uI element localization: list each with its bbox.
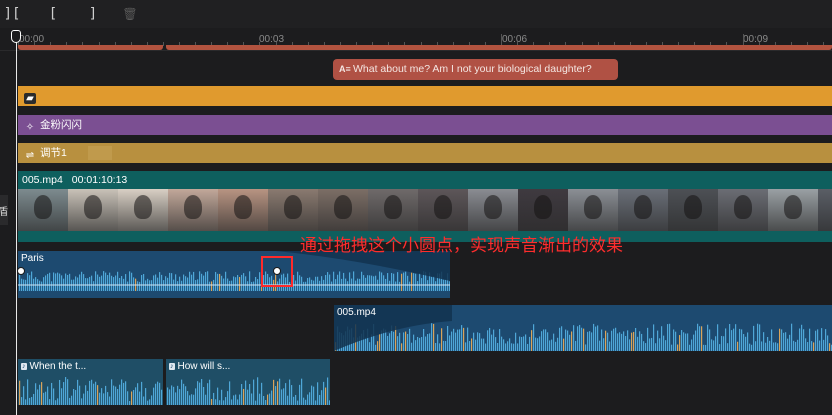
fade-in-handle[interactable] xyxy=(17,267,25,275)
video-thumbnail xyxy=(218,189,268,231)
playhead-handle[interactable] xyxy=(11,30,21,43)
video-thumbnail xyxy=(368,189,418,231)
adjust-icon: ⇌ xyxy=(25,150,35,161)
video-thumbnail xyxy=(268,189,318,231)
video-thumbnail xyxy=(68,189,118,231)
trim-end-icon[interactable]: ] xyxy=(84,5,102,23)
adjust-label: 调节1 xyxy=(40,147,67,159)
video-thumbnail xyxy=(818,189,832,231)
ruler-label: 00:00 xyxy=(19,34,45,45)
video-thumbnail xyxy=(418,189,468,231)
audio-icon: ♪ xyxy=(169,363,175,370)
split-icon[interactable]: ][ xyxy=(3,5,21,23)
video-filename: 005.mp4 xyxy=(22,174,63,186)
audio-clip-a[interactable]: ♪ When the t... xyxy=(18,359,163,405)
effect-label: 金粉闪闪 xyxy=(40,119,82,131)
audio-clip-label: How will s... xyxy=(177,361,231,372)
audio-clip-paris[interactable]: Paris xyxy=(18,251,450,298)
video-thumbnail xyxy=(568,189,618,231)
video-thumbnail xyxy=(168,189,218,231)
audio-clip-label: 005.mp4 xyxy=(337,307,376,318)
subtitle-clip[interactable]: A≡ What about me? Am I not your biologica… xyxy=(333,59,618,80)
audio-clip-video[interactable]: 005.mp4 xyxy=(334,305,832,351)
adjust-track-clip[interactable]: ⇌ 调节1 xyxy=(18,143,832,163)
video-thumbnail xyxy=(468,189,518,231)
left-panel-edge: 盾 xyxy=(0,195,8,225)
video-thumbnail xyxy=(668,189,718,231)
ruler-label: 00:06 xyxy=(502,34,528,45)
video-duration: 00:01:10:13 xyxy=(71,174,128,186)
text-track-clip[interactable] xyxy=(166,45,832,50)
subtitle-text: What about me? Am I not your biological … xyxy=(353,63,592,75)
video-thumbnail xyxy=(118,189,168,231)
video-thumbnail xyxy=(718,189,768,231)
audio-clip-b[interactable]: ♪ How will s... xyxy=(166,359,330,405)
annotation-highlight-box xyxy=(261,256,293,287)
delete-icon: 🗑 xyxy=(122,7,138,21)
timeline-toolbar: ][ [ ] 🗑 xyxy=(0,0,832,28)
audio-clip-label: When the t... xyxy=(29,361,87,372)
annotation-text: 通过拖拽这个小圆点，实现声音渐出的效果 xyxy=(300,236,623,256)
effect-track-clip[interactable]: ✧ 金粉闪闪 xyxy=(18,115,832,135)
ruler-label: 00:09 xyxy=(743,34,769,45)
video-thumbnail xyxy=(518,189,568,231)
audio-waveform xyxy=(18,251,450,291)
video-thumbnail xyxy=(618,189,668,231)
sticker-track-clip[interactable]: ▰ xyxy=(18,86,832,106)
video-thumbnail xyxy=(768,189,818,231)
audio-clip-label: Paris xyxy=(21,253,44,264)
video-thumbnail xyxy=(318,189,368,231)
sticker-icon: ▰ xyxy=(24,93,36,104)
audio-waveform xyxy=(334,305,832,351)
video-thumbnail xyxy=(18,189,68,231)
playhead-line[interactable] xyxy=(16,34,17,415)
audio-icon: ♪ xyxy=(21,363,27,370)
text-track-clip[interactable] xyxy=(18,45,163,50)
text-icon: A≡ xyxy=(339,64,351,74)
trim-start-icon[interactable]: [ xyxy=(44,5,62,23)
effect-icon: ✧ xyxy=(25,122,35,133)
video-thumbnails xyxy=(18,189,832,231)
ruler-label: 00:03 xyxy=(259,34,285,45)
